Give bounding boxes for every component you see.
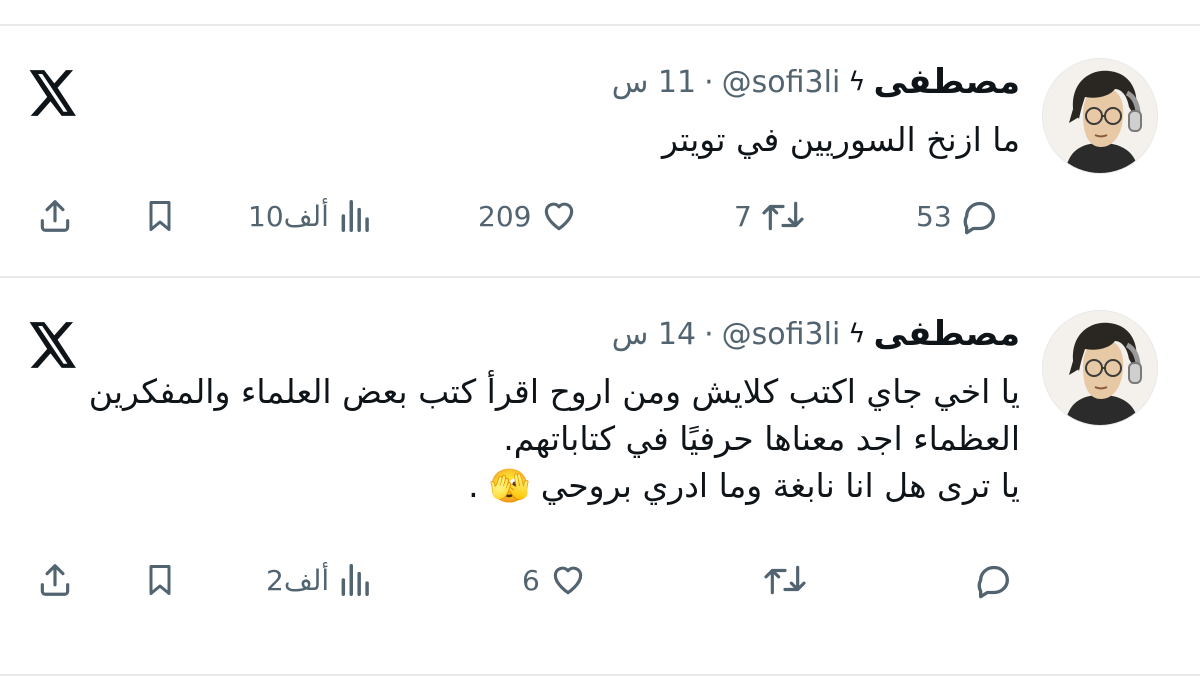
share-button[interactable] — [36, 192, 74, 240]
heart-icon — [545, 202, 574, 231]
tweet-text: يا اخي جاي اكتب كلايش ومن اروح اقرأ كتب … — [60, 368, 1020, 509]
avatar-illustration — [1043, 311, 1157, 425]
replies-count: 53 — [916, 199, 952, 233]
tweet-text-line: ما ازنخ السوريين في تويتر — [661, 120, 1020, 159]
x-logo-icon[interactable] — [28, 322, 78, 368]
reply-button[interactable]: 53 — [916, 192, 1000, 240]
views-icon — [341, 200, 369, 232]
author-name[interactable]: مصطفى — [873, 62, 1020, 102]
x-logo-icon[interactable] — [28, 70, 78, 116]
tweet-text-line: يا اخي جاي اكتب كلايش ومن اروح اقرأ كتب … — [88, 372, 1020, 458]
tweet-text-line: يا ترى هل انا نابغة وما ادري بروحي 🫣 . — [468, 466, 1020, 505]
avatar[interactable] — [1042, 58, 1158, 174]
retweet-icon — [764, 565, 806, 595]
reply-icon — [977, 565, 1009, 599]
views-button[interactable]: 10ألف — [248, 192, 375, 240]
tweet-header: مصطفى ϟ @sofi3li · 14 س — [612, 314, 1020, 354]
heart-icon — [553, 566, 583, 595]
retweet-button[interactable] — [762, 556, 808, 604]
views-icon — [341, 564, 369, 596]
likes-count: 209 — [478, 199, 532, 233]
timestamp[interactable]: 14 س — [612, 317, 696, 352]
bookmark-icon — [149, 565, 171, 595]
reply-icon — [963, 201, 995, 235]
share-button[interactable] — [36, 556, 74, 604]
reply-button[interactable] — [974, 556, 1014, 604]
bookmark-button[interactable] — [142, 556, 178, 604]
share-icon — [40, 564, 70, 596]
tweet-actions: 10ألف 209 7 53 — [0, 192, 1200, 240]
like-button[interactable]: 209 — [478, 192, 579, 240]
tweet-text: ما ازنخ السوريين في تويتر — [60, 116, 1020, 163]
bookmark-button[interactable] — [142, 192, 178, 240]
badge-icon: ϟ — [848, 319, 866, 349]
author-handle[interactable]: @sofi3li — [722, 65, 841, 100]
retweet-button[interactable]: 7 — [734, 192, 806, 240]
share-icon — [40, 200, 70, 232]
retweets-count: 7 — [734, 199, 752, 233]
like-button[interactable]: 6 — [522, 556, 588, 604]
bookmark-icon — [149, 201, 171, 231]
tweet-2[interactable]: مصطفى ϟ @sofi3li · 14 س يا اخي جاي اكتب … — [0, 276, 1200, 656]
views-button[interactable]: 2ألف — [266, 556, 375, 604]
author-handle[interactable]: @sofi3li — [722, 317, 841, 352]
separator-dot: · — [704, 64, 714, 100]
tweet-1[interactable]: مصطفى ϟ @sofi3li · 11 س ما ازنخ السوريين… — [0, 24, 1200, 276]
tweet-header: مصطفى ϟ @sofi3li · 11 س — [612, 62, 1020, 102]
tweet-actions: 2ألف 6 — [0, 556, 1200, 604]
avatar[interactable] — [1042, 310, 1158, 426]
divider-bottom — [0, 674, 1200, 676]
retweet-icon — [762, 201, 804, 231]
views-count: 2ألف — [266, 563, 330, 597]
author-name[interactable]: مصطفى — [873, 314, 1020, 354]
views-count: 10ألف — [248, 199, 329, 233]
timestamp[interactable]: 11 س — [612, 65, 696, 100]
badge-icon: ϟ — [848, 67, 866, 97]
likes-count: 6 — [522, 563, 540, 597]
separator-dot: · — [704, 316, 714, 352]
avatar-illustration — [1043, 59, 1157, 173]
